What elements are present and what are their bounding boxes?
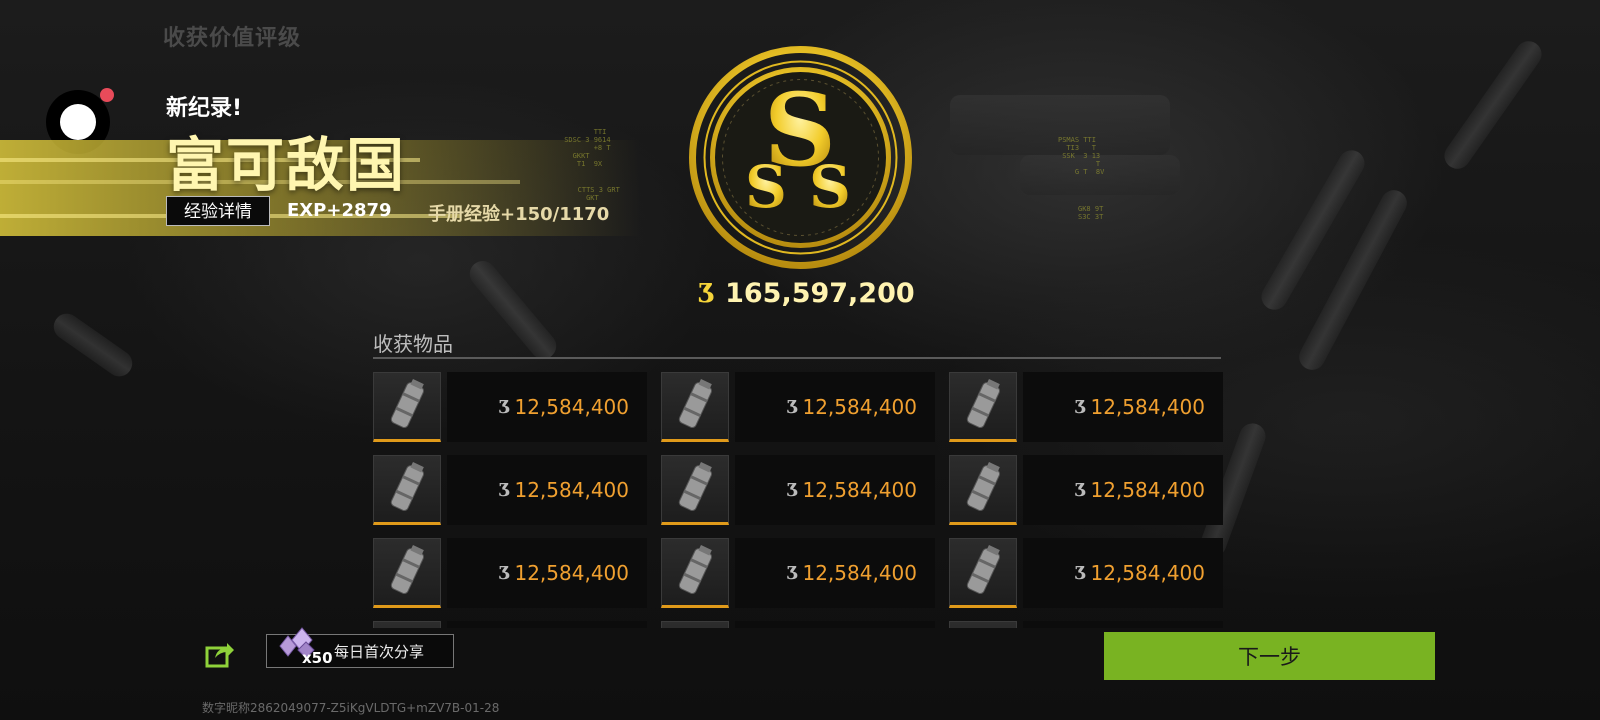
total-value: Ӡ 165,597,200 [698, 278, 915, 309]
hud-decoration: CTTS 3 GRT GKT [577, 186, 620, 202]
loot-item-amount: 12,584,400 [802, 478, 917, 502]
grenade-item-icon [949, 621, 1017, 628]
badge-grade-right: S [809, 153, 851, 221]
loot-item-amount: 12,584,400 [514, 478, 629, 502]
grenade-item-icon [373, 538, 441, 608]
coin-icon: Ӡ [786, 479, 799, 501]
loot-items-grid[interactable]: Ӡ 12,584,400 Ӡ 12,584,400 Ӡ 12,584,400 Ӡ 12,… [373, 372, 1223, 628]
gem-count: x50 [302, 649, 333, 667]
grenade-item-icon [949, 372, 1017, 442]
coin-icon: Ӡ [1074, 479, 1087, 501]
loot-row: Ӡ 12,584,400 Ӡ 12,584,400 Ӡ 12,584,400 [373, 538, 1223, 608]
handbook-exp: 手册经验+150/1170 [428, 204, 610, 225]
loot-item[interactable]: Ӡ 12,584,400 [661, 372, 935, 442]
share-icon[interactable] [205, 640, 235, 668]
coin-icon: Ӡ [698, 278, 716, 309]
loot-item-value: Ӡ 12,584,400 [447, 455, 647, 525]
total-value-amount: 165,597,200 [725, 278, 915, 309]
loot-item-amount: 12,584,400 [1090, 395, 1205, 419]
loot-item[interactable] [373, 621, 647, 628]
grenade-item-icon [373, 621, 441, 628]
record-icon-center [60, 104, 96, 140]
background-bullet [464, 255, 562, 365]
loot-item-value [447, 621, 647, 628]
loot-item[interactable]: Ӡ 12,584,400 [949, 538, 1223, 608]
notification-dot [100, 88, 114, 102]
loot-section-divider [373, 357, 1221, 359]
loot-row: Ӡ 12,584,400 Ӡ 12,584,400 Ӡ 12,584,400 [373, 372, 1223, 442]
loot-item-value [735, 621, 935, 628]
loot-item[interactable]: Ӡ 12,584,400 [373, 455, 647, 525]
grenade-item-icon [373, 372, 441, 442]
loot-item-amount: 12,584,400 [1090, 561, 1205, 585]
hud-decoration: PSMAS TTI TI3 T SSK 3 13 T G T 8V [1058, 136, 1105, 176]
page-heading: 收获价值评级 [163, 26, 302, 51]
loot-item[interactable]: Ӡ 12,584,400 [661, 538, 935, 608]
grenade-item-icon [661, 455, 729, 525]
hud-decoration: GK8 9T S3C 3T [1078, 205, 1104, 221]
loot-item[interactable]: Ӡ 12,584,400 [373, 538, 647, 608]
loot-item-value: Ӡ 12,584,400 [1023, 372, 1223, 442]
grenade-item-icon [661, 621, 729, 628]
loot-item-value: Ӡ 12,584,400 [447, 372, 647, 442]
coin-icon: Ӡ [498, 479, 511, 501]
grenade-item-icon [949, 538, 1017, 608]
loot-item[interactable]: Ӡ 12,584,400 [373, 372, 647, 442]
achievement-title: 富可敌国 [166, 131, 407, 199]
loot-item[interactable] [949, 621, 1223, 628]
loot-item-amount: 12,584,400 [514, 395, 629, 419]
loot-item-value: Ӡ 12,584,400 [735, 455, 935, 525]
loot-item-value: Ӡ 12,584,400 [735, 372, 935, 442]
background-bullet [1439, 36, 1547, 174]
loot-item[interactable]: Ӡ 12,584,400 [661, 455, 935, 525]
loot-item-amount: 12,584,400 [514, 561, 629, 585]
exp-details-button[interactable]: 经验详情 [166, 196, 270, 226]
loot-section-title: 收获物品 [373, 332, 453, 356]
loot-item-value [1023, 621, 1223, 628]
loot-item[interactable] [661, 621, 935, 628]
coin-icon: Ӡ [498, 396, 511, 418]
grenade-item-icon [661, 538, 729, 608]
watermark: 数字昵称2862049077-Z5iKgVLDTG+mZV7B-01-28 [202, 701, 500, 715]
grenade-item-icon [949, 455, 1017, 525]
coin-icon: Ӡ [1074, 562, 1087, 584]
loot-item-value: Ӡ 12,584,400 [1023, 455, 1223, 525]
next-step-button[interactable]: 下一步 [1104, 632, 1435, 680]
loot-item-value: Ӡ 12,584,400 [1023, 538, 1223, 608]
loot-item-amount: 12,584,400 [802, 561, 917, 585]
hud-decoration: TTI SDSC 3 9614 +8 T GKKT T1 9X [564, 128, 611, 168]
loot-item-value: Ӡ 12,584,400 [735, 538, 935, 608]
loot-item[interactable]: Ӡ 12,584,400 [949, 372, 1223, 442]
loot-row [373, 621, 1223, 628]
loot-item-amount: 12,584,400 [1090, 478, 1205, 502]
coin-icon: Ӡ [786, 562, 799, 584]
loot-item-value: Ӡ 12,584,400 [447, 538, 647, 608]
grenade-item-icon [373, 455, 441, 525]
badge-grade-left: S [745, 153, 787, 221]
loot-item[interactable]: Ӡ 12,584,400 [949, 455, 1223, 525]
coin-icon: Ӡ [786, 396, 799, 418]
grenade-item-icon [661, 372, 729, 442]
coin-icon: Ӡ [498, 562, 511, 584]
coin-icon: Ӡ [1074, 396, 1087, 418]
background-bullet [48, 308, 138, 382]
rank-badge: S S S [689, 46, 912, 269]
loot-item-amount: 12,584,400 [802, 395, 917, 419]
exp-value: EXP+2879 [287, 200, 392, 221]
daily-share-label: 每日首次分享 [334, 643, 425, 661]
loot-row: Ӡ 12,584,400 Ӡ 12,584,400 Ӡ 12,584,400 [373, 455, 1223, 525]
